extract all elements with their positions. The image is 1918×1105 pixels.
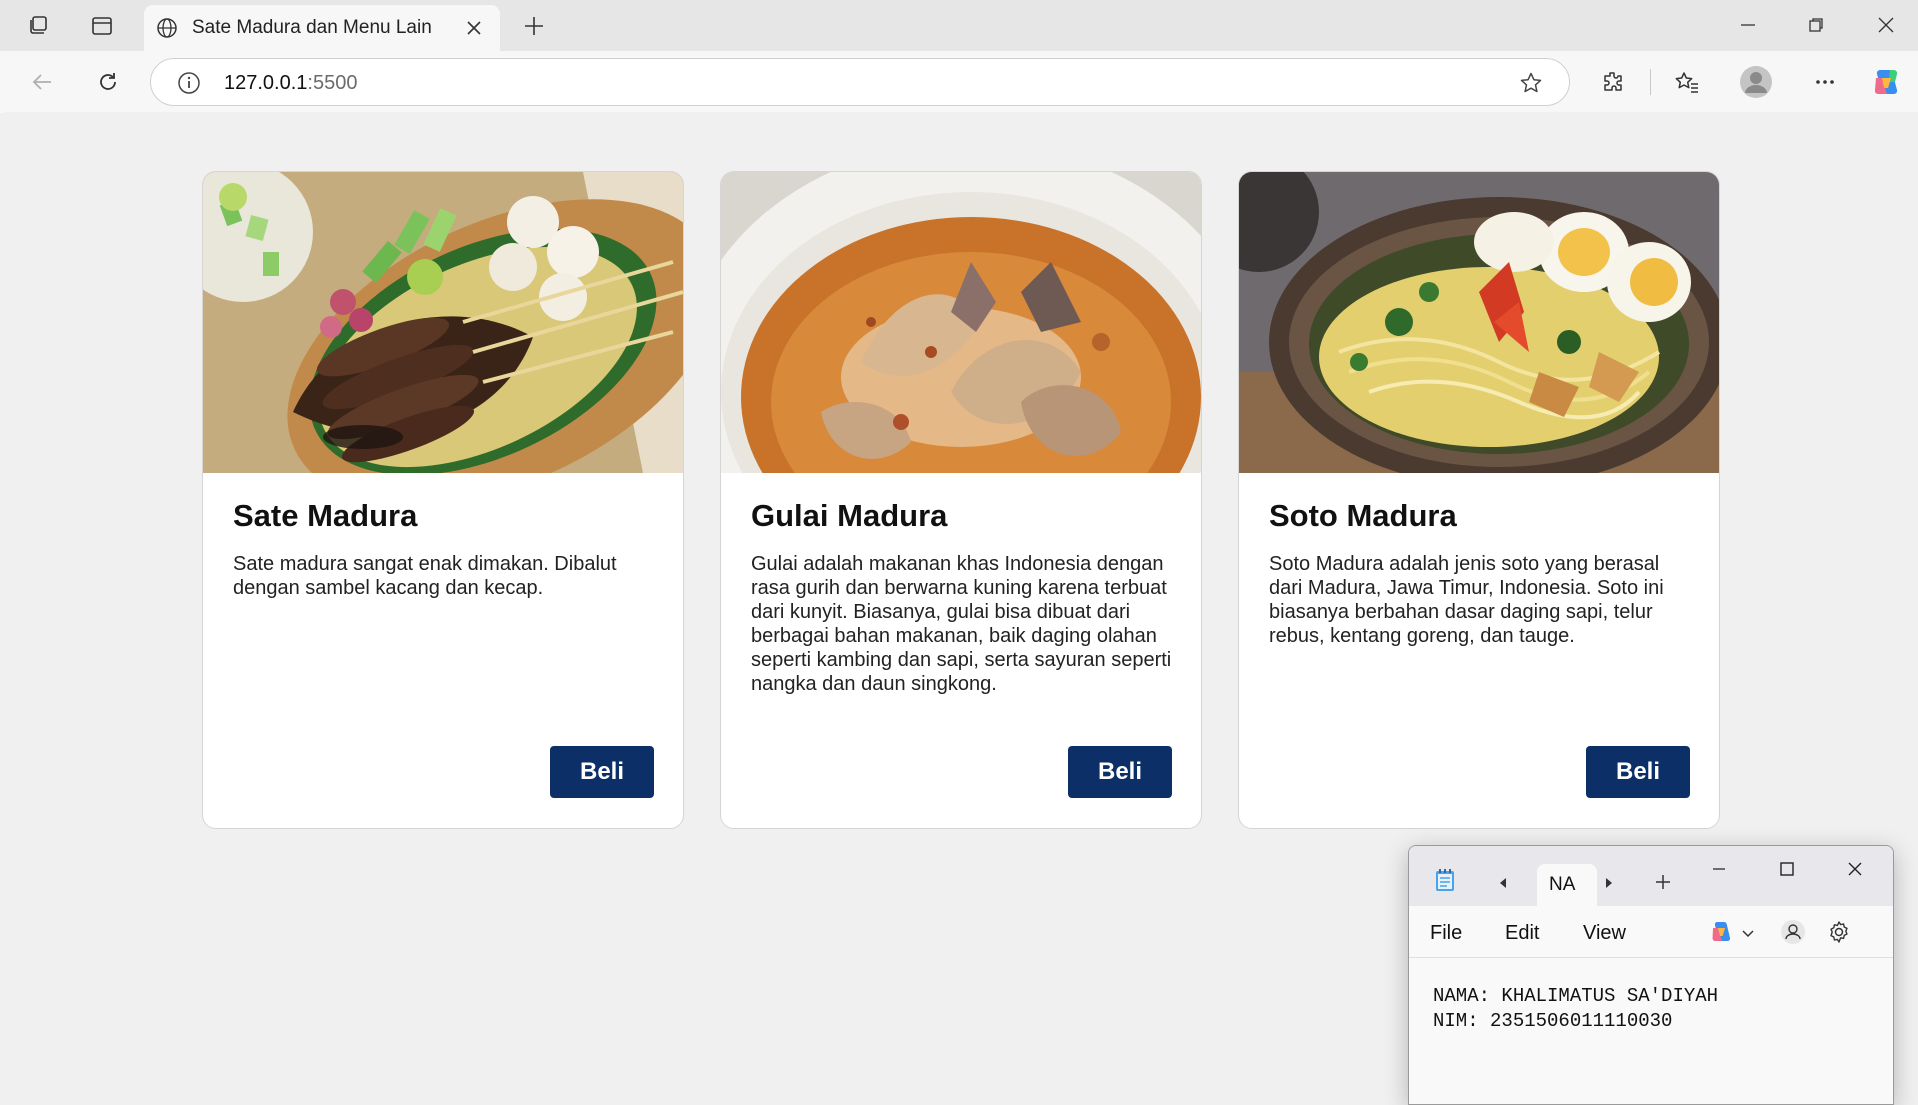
favorites-icon[interactable]: [1669, 64, 1705, 100]
favorite-star-icon[interactable]: [1517, 69, 1545, 97]
notepad-new-tab-icon[interactable]: [1655, 874, 1671, 895]
account-icon[interactable]: [1780, 919, 1806, 950]
card-title: Soto Madura: [1269, 498, 1457, 533]
refresh-icon[interactable]: [90, 64, 126, 100]
url-port: :5500: [307, 72, 358, 94]
notepad-menubar: File Edit View: [1409, 906, 1893, 958]
buy-button[interactable]: Beli: [550, 746, 654, 798]
card-description: Sate madura sangat enak dimakan. Dibalut…: [233, 553, 617, 599]
settings-gear-icon[interactable]: [1827, 920, 1851, 949]
menu-card-soto: Soto Madura Soto Madura adalah jenis sot…: [1238, 171, 1720, 829]
info-icon[interactable]: [175, 69, 203, 97]
tab-scroll-right-icon[interactable]: [1603, 876, 1615, 894]
browser-toolbar: 127.0.0.1:5500: [0, 51, 1918, 113]
close-window-icon[interactable]: [1866, 10, 1906, 40]
tab-scroll-left-icon[interactable]: [1497, 876, 1509, 894]
address-bar[interactable]: 127.0.0.1:5500: [150, 58, 1570, 106]
menu-view[interactable]: View: [1583, 922, 1626, 945]
notepad-tab[interactable]: NA: [1537, 864, 1597, 906]
sate-image: [203, 172, 683, 473]
menu-edit[interactable]: Edit: [1505, 922, 1539, 945]
gulai-image: [721, 172, 1201, 473]
notepad-minimize-icon[interactable]: [1699, 854, 1739, 884]
card-title: Sate Madura: [233, 498, 418, 533]
back-arrow-icon[interactable]: [24, 64, 60, 100]
active-tab[interactable]: Sate Madura dan Menu Lain: [144, 5, 500, 51]
soto-image: [1239, 172, 1719, 473]
url-host: 127.0.0.1: [224, 72, 308, 94]
buy-button[interactable]: Beli: [1586, 746, 1690, 798]
new-tab-icon[interactable]: [520, 12, 548, 40]
globe-icon: [154, 15, 180, 41]
notepad-titlebar: NA: [1409, 846, 1893, 906]
more-options-icon[interactable]: [1807, 64, 1843, 100]
chevron-down-icon[interactable]: [1742, 926, 1754, 944]
browser-tab-bar: Sate Madura dan Menu Lain: [0, 0, 1918, 51]
minimize-icon[interactable]: [1728, 10, 1768, 40]
extensions-icon[interactable]: [1595, 64, 1631, 100]
copilot-icon[interactable]: [1868, 64, 1904, 100]
card-description: Soto Madura adalah jenis soto yang beras…: [1269, 553, 1664, 647]
card-title: Gulai Madura: [751, 498, 948, 533]
copilot-icon[interactable]: [1709, 920, 1735, 949]
notepad-maximize-icon[interactable]: [1767, 854, 1807, 884]
url-text: 127.0.0.1:5500: [224, 72, 357, 95]
menu-card-sate: Sate Madura Sate madura sangat enak dima…: [202, 171, 684, 829]
restore-icon[interactable]: [1796, 10, 1836, 40]
notepad-text-area[interactable]: NAMA: KHALIMATUS SA'DIYAH NIM: 2351506011…: [1433, 984, 1718, 1034]
tab-title: Sate Madura dan Menu Lain: [192, 17, 432, 38]
close-tab-icon[interactable]: [462, 16, 486, 40]
card-description: Gulai adalah makanan khas Indonesia deng…: [751, 553, 1172, 695]
notepad-close-icon[interactable]: [1835, 854, 1875, 884]
menu-card-gulai: Gulai Madura Gulai adalah makanan khas I…: [720, 171, 1202, 829]
profile-avatar-icon[interactable]: [1738, 64, 1774, 100]
notepad-window[interactable]: NA File Edit View NAMA: KHALIMATUS SA'DI…: [1408, 845, 1894, 1105]
vertical-tabs-icon[interactable]: [88, 12, 116, 40]
toolbar-separator: [1650, 69, 1651, 95]
workspaces-icon[interactable]: [24, 12, 52, 40]
menu-file[interactable]: File: [1430, 922, 1462, 945]
notepad-line-nim: NIM: 2351506011110030: [1433, 1010, 1673, 1032]
notepad-line-name: NAMA: KHALIMATUS SA'DIYAH: [1433, 985, 1719, 1007]
notepad-app-icon: [1435, 868, 1455, 897]
buy-button[interactable]: Beli: [1068, 746, 1172, 798]
